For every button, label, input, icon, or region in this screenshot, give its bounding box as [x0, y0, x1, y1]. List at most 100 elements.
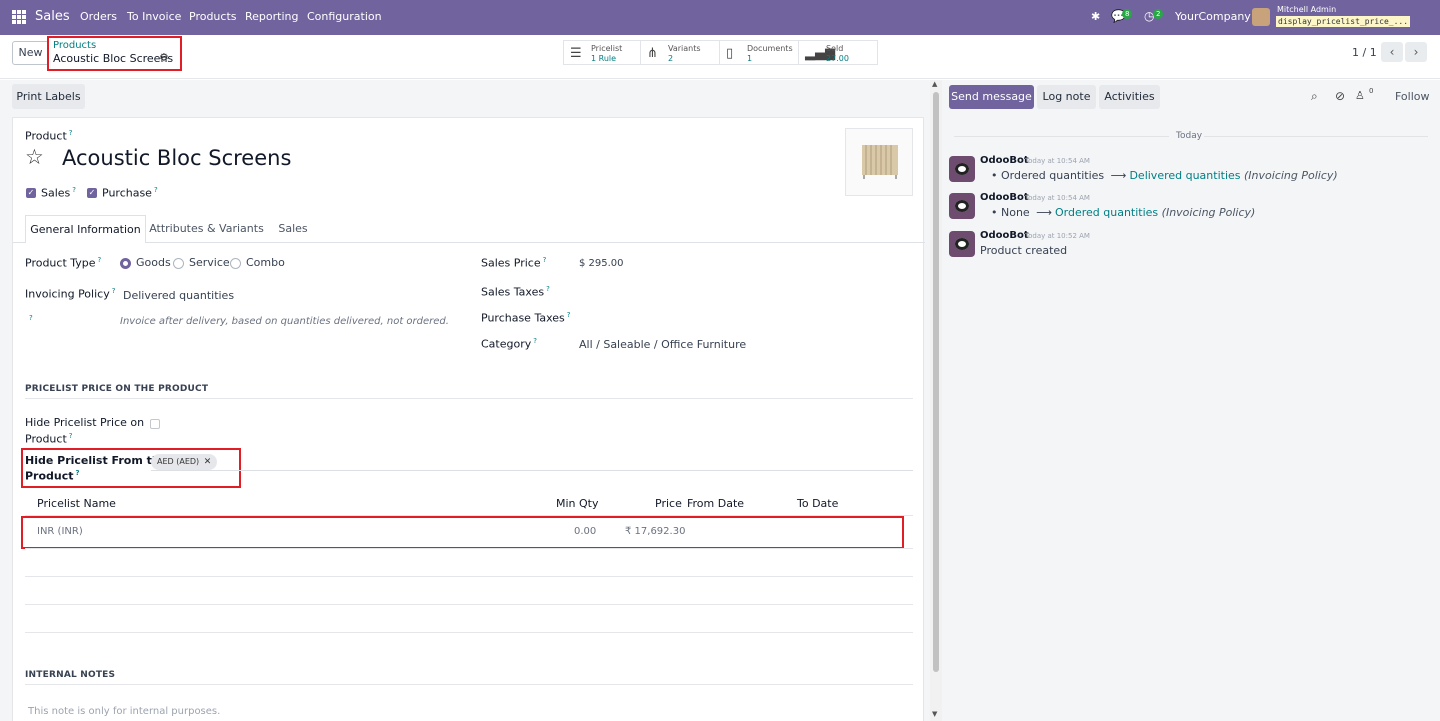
table-row[interactable]: INR (INR) 0.00 ₹ 17,692.30	[25, 518, 901, 546]
message-author[interactable]: OdooBot	[980, 192, 1029, 203]
radio-service[interactable]	[173, 258, 184, 269]
sales-checkbox[interactable]: ✓	[26, 188, 36, 198]
pager-next-icon[interactable]: ›	[1405, 42, 1427, 62]
scrollbar-thumb[interactable]	[933, 92, 939, 672]
radio-goods-label[interactable]: Goods	[136, 256, 171, 269]
product-name-field[interactable]: Acoustic Bloc Screens	[62, 146, 291, 170]
category-label: Category?	[481, 337, 537, 351]
pricelist-tag[interactable]: AED (AED) ✕	[151, 454, 218, 470]
message-author[interactable]: OdooBot	[980, 230, 1029, 241]
stat-pricelist[interactable]: ☰ Pricelist 1 Rule	[563, 40, 641, 65]
message-author[interactable]: OdooBot	[980, 155, 1029, 166]
help-icon[interactable]: ?	[29, 314, 33, 322]
stat-variants[interactable]: ⋔ Variants 2	[640, 40, 720, 65]
app-grid-icon[interactable]	[12, 10, 26, 24]
user-name[interactable]: Mitchell Admin	[1277, 5, 1336, 14]
help-icon[interactable]: ?	[76, 469, 80, 477]
send-message-button[interactable]: Send message	[949, 85, 1034, 109]
control-panel: New Products Acoustic Bloc Screens ⚙ ☰ P…	[0, 35, 1440, 79]
help-icon[interactable]: ?	[546, 285, 550, 293]
help-icon[interactable]: ?	[543, 256, 547, 264]
message-time: Today at 10:52 AM	[1025, 232, 1090, 240]
bug-icon[interactable]: ✱	[1091, 10, 1100, 23]
followers-icon[interactable]: ♙	[1355, 89, 1365, 102]
product-image[interactable]	[845, 128, 913, 196]
hide-price-checkbox[interactable]	[150, 419, 160, 429]
scroll-up-icon[interactable]: ▲	[932, 80, 937, 88]
col-min-qty[interactable]: Min Qty	[556, 497, 599, 510]
messages-badge: 8	[1122, 9, 1133, 19]
sales-text: Sales	[41, 186, 71, 200]
help-icon[interactable]: ?	[72, 186, 76, 194]
app-name[interactable]: Sales	[35, 9, 70, 24]
tab-attributes-variants[interactable]: Attributes & Variants	[149, 215, 264, 243]
sales-price-label: Sales Price?	[481, 256, 546, 270]
old-value: Ordered quantities	[1001, 169, 1105, 182]
hide-from-label-line2: Product	[25, 469, 74, 483]
col-to-date[interactable]: To Date	[797, 497, 838, 510]
scroll-down-icon[interactable]: ▼	[932, 710, 937, 718]
follow-button[interactable]: Follow	[1395, 90, 1430, 103]
invoicing-policy-select[interactable]: Delivered quantities	[123, 289, 234, 302]
tag-remove-icon[interactable]: ✕	[204, 457, 212, 467]
date-separator: Today	[1176, 131, 1203, 141]
internal-notes-field[interactable]: This note is only for internal purposes.	[28, 706, 220, 717]
star-icon[interactable]: ☆	[25, 145, 44, 169]
hide-from-label-line1: Hide Pricelist From the	[25, 454, 168, 467]
date-divider-left	[954, 136, 1169, 137]
form-scrollbar[interactable]: ▲ ▼	[930, 80, 942, 721]
field-name: (Invoicing Policy)	[1244, 169, 1338, 182]
help-icon[interactable]: ?	[69, 129, 73, 137]
sales-taxes-label: Sales Taxes?	[481, 285, 550, 299]
radio-combo[interactable]	[230, 258, 241, 269]
message-tracking: • Ordered quantities ⟶ Delivered quantiti…	[991, 169, 1338, 182]
menu-products[interactable]: Products	[189, 10, 237, 23]
log-note-button[interactable]: Log note	[1037, 85, 1096, 109]
pager-value[interactable]: 1 / 1	[1352, 46, 1377, 59]
new-button[interactable]: New	[12, 41, 49, 65]
odoobot-avatar[interactable]	[949, 193, 975, 219]
radio-service-label[interactable]: Service	[189, 256, 230, 269]
stat-label: Documents	[747, 44, 793, 53]
help-icon[interactable]: ?	[154, 186, 158, 194]
menu-reporting[interactable]: Reporting	[245, 10, 298, 23]
product-label-text: Product	[25, 129, 67, 143]
tab-sales[interactable]: Sales	[269, 215, 317, 243]
print-labels-button[interactable]: Print Labels	[12, 84, 85, 109]
activities-button[interactable]: Activities	[1099, 85, 1160, 109]
menu-configuration[interactable]: Configuration	[307, 10, 382, 23]
tab-general-information[interactable]: General Information	[25, 215, 146, 243]
menu-to-invoice[interactable]: To Invoice	[127, 10, 181, 23]
search-icon[interactable]: ⌕	[1311, 89, 1318, 104]
odoobot-avatar[interactable]	[949, 156, 975, 182]
purchase-text: Purchase	[102, 186, 152, 200]
user-avatar[interactable]	[1252, 8, 1270, 26]
breadcrumb-parent[interactable]: Products	[53, 40, 96, 51]
stat-sold[interactable]: ▂▄▆ Sold 27.00	[798, 40, 878, 65]
purchase-checkbox[interactable]: ✓	[87, 188, 97, 198]
help-icon[interactable]: ?	[533, 337, 537, 345]
list-icon: ☰	[570, 46, 582, 61]
gear-icon[interactable]: ⚙	[159, 51, 169, 64]
col-price[interactable]: Price	[655, 497, 682, 510]
category-field[interactable]: All / Saleable / Office Furniture	[579, 338, 746, 351]
help-icon[interactable]: ?	[567, 311, 571, 319]
sales-taxes-text: Sales Taxes	[481, 285, 545, 299]
radio-goods[interactable]	[120, 258, 131, 269]
table-row-divider	[25, 604, 913, 605]
message-time: Today at 10:54 AM	[1025, 194, 1090, 202]
paperclip-icon[interactable]: ⊘	[1335, 89, 1345, 103]
help-icon[interactable]: ?	[98, 256, 102, 264]
radio-combo-label[interactable]: Combo	[246, 256, 285, 269]
stat-documents[interactable]: ▯ Documents 1	[719, 40, 799, 65]
menu-orders[interactable]: Orders	[80, 10, 117, 23]
sales-price-field[interactable]: $ 295.00	[579, 258, 624, 269]
col-from-date[interactable]: From Date	[687, 497, 744, 510]
col-pricelist-name[interactable]: Pricelist Name	[37, 497, 116, 510]
help-icon[interactable]: ?	[112, 287, 116, 295]
odoobot-avatar[interactable]	[949, 231, 975, 257]
pager-prev-icon[interactable]: ‹	[1381, 42, 1403, 62]
help-icon[interactable]: ?	[69, 432, 73, 440]
hide-price-label: Product?	[25, 432, 72, 446]
company-switcher[interactable]: YourCompany	[1175, 10, 1251, 23]
